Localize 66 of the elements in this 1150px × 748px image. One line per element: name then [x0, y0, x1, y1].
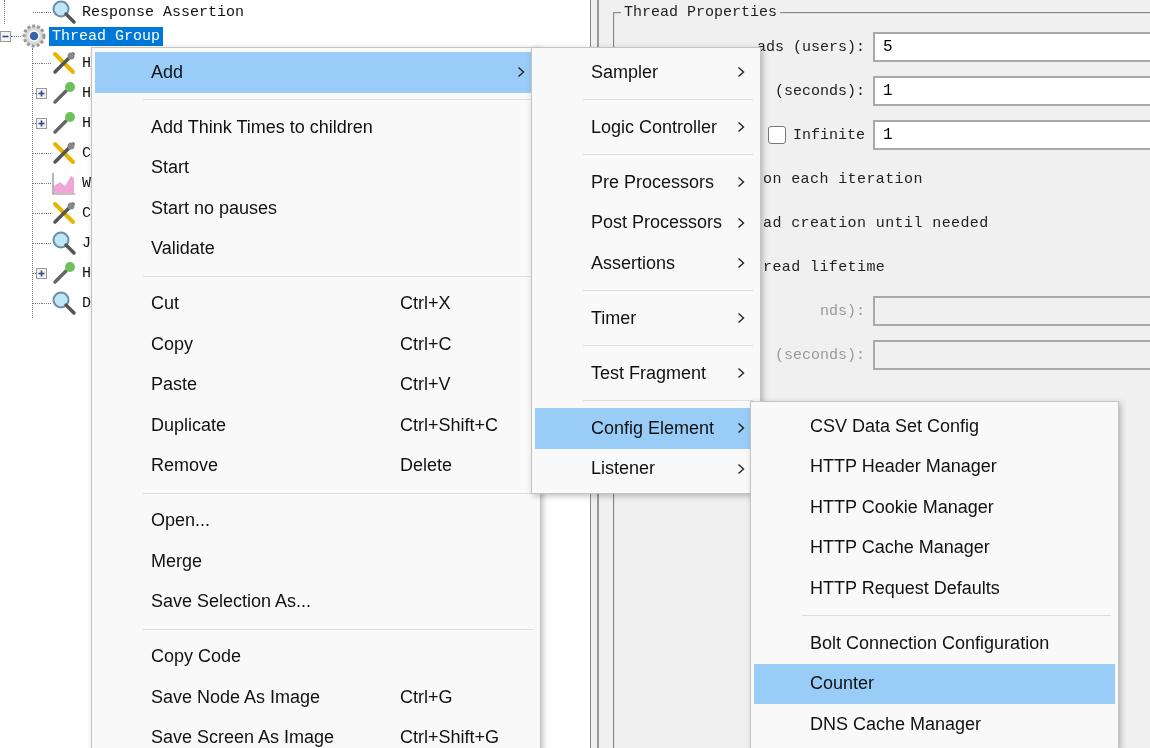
tree-item[interactable]: Response Assertion: [79, 2, 248, 22]
menu-item[interactable]: HTTP Header Manager: [754, 446, 1115, 487]
menu-item[interactable]: HTTP Request Defaults: [754, 568, 1115, 609]
menu-item[interactable]: Counter: [754, 663, 1115, 704]
field-label: (seconds):: [775, 82, 865, 100]
menu-item[interactable]: HTTP Cookie Manager: [754, 487, 1115, 528]
input-field[interactable]: 1: [873, 120, 1150, 150]
dropper-icon: [51, 110, 77, 136]
menu-item[interactable]: Sampler: [535, 52, 757, 93]
magnifier-icon: [51, 290, 77, 316]
tree-item[interactable]: D: [79, 293, 94, 313]
menu-item[interactable]: Timer: [535, 298, 757, 339]
checkbox-label: Infinite: [793, 126, 865, 144]
input-field[interactable]: 1: [873, 76, 1150, 106]
magnifier-icon: [51, 230, 77, 256]
menu-item[interactable]: Test Fragment: [535, 353, 757, 394]
shortcut-text: Ctrl+X: [400, 293, 452, 315]
tools-icon: [51, 50, 77, 76]
collapse-toggle[interactable]: [0, 30, 11, 42]
menu-item[interactable]: CSV Data Set Config: [754, 406, 1115, 447]
option-label: on each iteration: [763, 170, 923, 188]
expand-toggle[interactable]: [36, 267, 47, 279]
shortcut-text: Ctrl+Shift+G: [400, 727, 501, 748]
field-label: (seconds):: [775, 346, 865, 364]
menu-item[interactable]: Post Processors: [535, 202, 757, 243]
shortcut-text: Ctrl+Shift+C: [400, 414, 500, 436]
tree-item[interactable]: W: [79, 173, 94, 193]
menu-item[interactable]: Pre Processors: [535, 162, 757, 203]
tree-item[interactable]: H: [79, 113, 94, 133]
expand-toggle[interactable]: [36, 117, 47, 129]
group-title: Thread Properties: [621, 5, 781, 21]
tree-item[interactable]: J: [79, 233, 94, 253]
tree-item[interactable]: C: [79, 203, 94, 223]
field-label: nds):: [820, 302, 865, 320]
dropper-icon: [51, 80, 77, 106]
chart-icon: [51, 170, 77, 196]
menu-item[interactable]: Logic Controller: [535, 107, 757, 148]
shortcut-text: Delete: [400, 455, 454, 477]
shortcut-text: Ctrl+C: [400, 333, 453, 355]
tools-icon: [51, 200, 77, 226]
menu-item[interactable]: DNS Cache Manager: [754, 704, 1115, 745]
tree-item[interactable]: Thread Group: [49, 26, 164, 46]
shortcut-text: Ctrl+V: [400, 374, 452, 396]
magnifier-icon: [51, 0, 77, 25]
tree-item[interactable]: H: [79, 83, 94, 103]
menu-item[interactable]: Bolt Connection Configuration: [754, 623, 1115, 664]
menu-item[interactable]: HTTP Cache Manager: [754, 527, 1115, 568]
option-label: ad creation until needed: [763, 214, 989, 232]
menu-item[interactable]: Merge: [95, 541, 537, 582]
dropper-icon: [51, 260, 77, 286]
checkbox[interactable]: [768, 126, 786, 144]
tree-item[interactable]: C: [79, 143, 94, 163]
menu-item[interactable]: Assertions: [535, 243, 757, 284]
shortcut-text: Ctrl+G: [400, 686, 454, 708]
tree-item[interactable]: H: [79, 53, 94, 73]
input-field[interactable]: 5: [873, 32, 1150, 62]
menu-item[interactable]: Open...: [95, 500, 537, 541]
gear-icon: [21, 23, 47, 49]
menu-item[interactable]: Save Node As Image Ctrl+G: [95, 677, 537, 718]
menu-item[interactable]: Save Screen As Image Ctrl+Shift+G: [95, 717, 537, 748]
option-label: read lifetime: [763, 258, 886, 276]
menu-item[interactable]: Copy Code: [95, 636, 537, 677]
tree-item[interactable]: H: [79, 263, 94, 283]
tools-icon: [51, 140, 77, 166]
menu-item[interactable]: Save Selection As...: [95, 581, 537, 622]
expand-toggle[interactable]: [36, 87, 47, 99]
